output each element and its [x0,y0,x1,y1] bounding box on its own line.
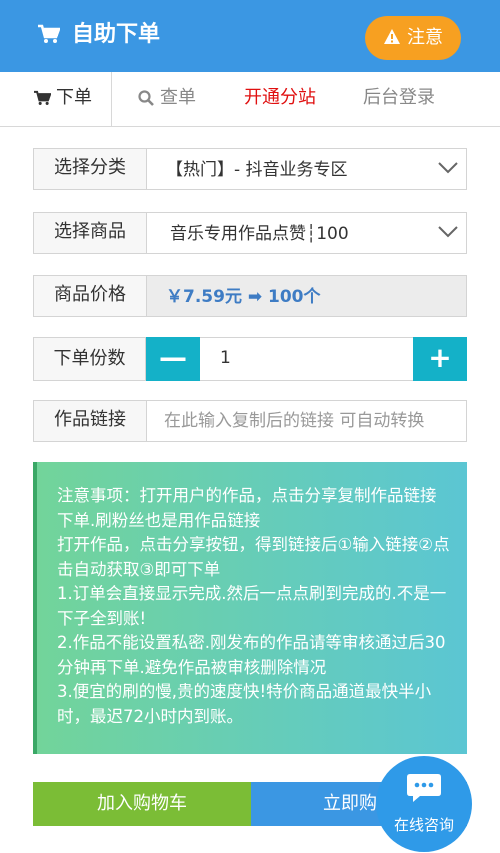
price-label: 商品价格 [34,276,147,316]
category-label: 选择分类 [34,149,147,189]
chat-icon [407,774,441,802]
link-field[interactable]: 作品链接 在此输入复制后的链接 可自动转换 [33,400,467,442]
product-label: 选择商品 [34,213,147,253]
price-value: ￥7.59元 ➡ 100个 [166,287,321,307]
search-icon [138,90,154,106]
notice-panel: 注意事项：打开用户的作品，点击分享复制作品链接下单.刷粉丝也是用作品链接 打开作… [33,462,467,754]
quantity-input[interactable]: 1 [200,337,413,381]
cart-icon [34,90,51,105]
notice-text: 2.作品不能设置私密.刚发布的作品请等审核通过后30分钟再下单.避免作品被审核删… [57,633,446,677]
online-chat-button[interactable]: 在线咨询 [376,756,472,852]
add-to-cart-button[interactable]: 加入购物车 [33,782,251,826]
decrease-button[interactable]: — [146,337,200,381]
product-select[interactable]: 选择商品 音乐专用作品点赞┆100 [33,212,467,254]
quantity-label: 下单份数 [33,337,146,381]
tab-bar: 下单 查单 开通分站 后台登录 [0,72,500,126]
notice-text: 1.订单会直接显示完成.然后一点点刷到完成的.不是一下子全到账! [57,584,447,628]
tab-query[interactable]: 查单 [138,72,208,126]
notice-label: 注意 [407,27,443,48]
tab-query-label: 查单 [160,87,196,108]
product-value: 音乐专用作品点赞┆100 [170,224,349,244]
warning-icon [384,29,400,44]
chevron-down-icon [438,162,458,174]
chat-label: 在线咨询 [393,816,454,834]
notice-text: 打开作品，点击分享按钮，得到链接后①输入链接②点击自动获取③即可下单 [57,535,450,579]
increase-button[interactable]: + [413,337,467,381]
page-title: 自助下单 [72,22,161,47]
link-input[interactable]: 在此输入复制后的链接 可自动转换 [164,401,424,441]
notice-text: 注意事项：打开用户的作品，点击分享复制作品链接下单.刷粉丝也是用作品链接 [57,486,437,530]
tab-order-label: 下单 [56,87,92,108]
tab-admin-login[interactable]: 后台登录 [363,72,435,126]
link-label: 作品链接 [34,401,147,441]
chevron-down-icon [438,226,458,238]
cart-icon [38,24,60,43]
notice-button[interactable]: 注意 [365,16,461,60]
category-value: 【热门】- 抖音业务专区 [166,160,348,180]
quantity-stepper: 下单份数 — 1 + [33,337,467,381]
tab-open-site[interactable]: 开通分站 [244,72,316,126]
tab-order[interactable]: 下单 [14,72,112,126]
app-header: 自助下单 注意 [0,0,500,72]
price-display: 商品价格 ￥7.59元 ➡ 100个 [33,275,467,317]
notice-text: 3.便宜的刷的慢,贵的速度快!特价商品通道最快半小时，最迟72小时内到账。 [57,682,432,726]
category-select[interactable]: 选择分类 【热门】- 抖音业务专区 [33,148,467,190]
